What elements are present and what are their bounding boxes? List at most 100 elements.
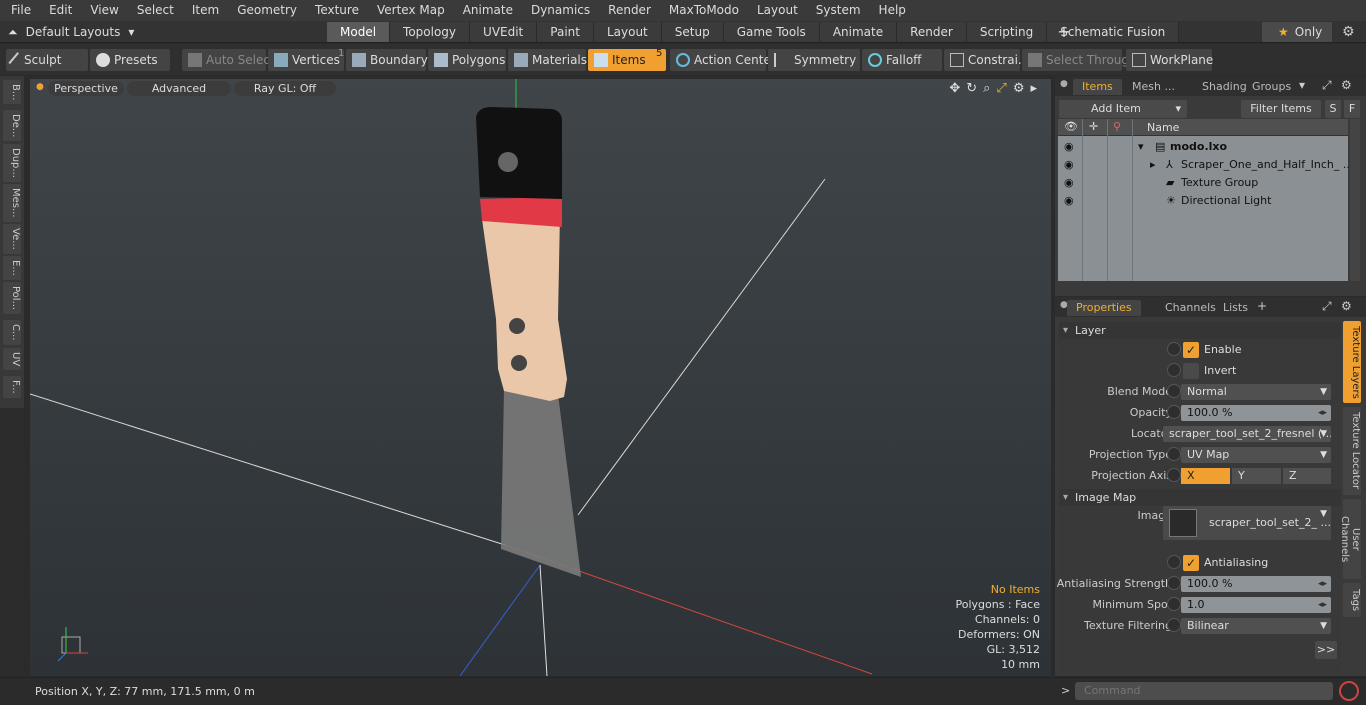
tab-animate[interactable]: Animate bbox=[819, 22, 898, 42]
tab-items[interactable]: Items bbox=[1073, 79, 1122, 95]
left-tab-curve[interactable]: C... bbox=[3, 320, 21, 345]
layer-section-header[interactable]: Layer bbox=[1059, 322, 1341, 339]
constraints-button[interactable]: Constrai... bbox=[944, 49, 1029, 71]
antialiasing-anim-dot[interactable] bbox=[1167, 555, 1181, 569]
locator-select[interactable]: scraper_tool_set_2_fresnel ( ... ▼ bbox=[1163, 426, 1331, 442]
image-select[interactable]: scraper_tool_set_2_ ... ▼ bbox=[1163, 506, 1331, 540]
tab-paint[interactable]: Paint bbox=[537, 22, 594, 42]
expand-arrow-icon[interactable]: ▸ bbox=[1150, 158, 1156, 171]
projection-type-anim-dot[interactable] bbox=[1167, 447, 1181, 461]
projection-axis-anim-dot[interactable] bbox=[1167, 468, 1181, 482]
view-perspective-button[interactable]: Perspective bbox=[48, 81, 124, 96]
panel-menu-dot-icon[interactable]: ● bbox=[1060, 79, 1068, 89]
gear-icon[interactable]: ⚙ bbox=[1342, 24, 1355, 40]
menu-help[interactable]: Help bbox=[868, 0, 913, 21]
menu-view[interactable]: View bbox=[79, 0, 125, 21]
tab-scripting[interactable]: Scripting bbox=[966, 22, 1048, 42]
falloff-button[interactable]: Falloff bbox=[862, 49, 942, 71]
auto-select-button[interactable]: Auto Select bbox=[182, 49, 275, 71]
aa-strength-anim-dot[interactable] bbox=[1167, 576, 1181, 590]
shading-advanced-button[interactable]: Advanced bbox=[127, 81, 231, 96]
tab-properties[interactable]: Properties bbox=[1067, 300, 1141, 316]
left-tab-polygon[interactable]: Pol... bbox=[3, 282, 21, 315]
left-tab-deform[interactable]: De... bbox=[3, 110, 21, 142]
texture-filtering-anim-dot[interactable] bbox=[1167, 618, 1181, 632]
panel-gear-icon[interactable]: ⚙ bbox=[1341, 78, 1352, 92]
tab-uvedit[interactable]: UVEdit bbox=[470, 22, 538, 42]
left-tab-mesh[interactable]: Mes... bbox=[3, 184, 21, 222]
eye-icon[interactable]: ◉ bbox=[1064, 158, 1074, 171]
aa-strength-field[interactable]: 100.0 % ◂▸ bbox=[1181, 576, 1331, 592]
boundary-button[interactable]: Boundary bbox=[346, 49, 428, 71]
select-through-button[interactable]: Select Through bbox=[1022, 49, 1137, 71]
viewport-menu-dot-icon[interactable]: ● bbox=[36, 82, 44, 92]
menu-layout[interactable]: Layout bbox=[746, 0, 805, 21]
list-item[interactable]: ◉ ☀ Directional Light bbox=[1058, 191, 1348, 209]
vertices-button[interactable]: Vertices bbox=[268, 49, 344, 71]
tab-layout[interactable]: Layout bbox=[593, 22, 662, 42]
menu-vertex-map[interactable]: Vertex Map bbox=[366, 0, 452, 21]
tab-texture-locator[interactable]: Texture Locator bbox=[1343, 407, 1361, 495]
layout-selector[interactable]: ⏶ Default Layouts ▾ bbox=[8, 23, 134, 41]
eye-icon[interactable]: ◉ bbox=[1064, 140, 1074, 153]
menu-select[interactable]: Select bbox=[126, 0, 181, 21]
move-view-icon[interactable]: ✥ bbox=[949, 81, 960, 96]
item-list-scrollbar[interactable] bbox=[1350, 119, 1360, 281]
invert-anim-dot[interactable] bbox=[1167, 363, 1181, 377]
3d-viewport[interactable]: ● Perspective Advanced Ray GL: Off ✥ ↻ ⌕… bbox=[30, 79, 1051, 676]
slider-handle-icon[interactable]: ◂▸ bbox=[1318, 597, 1327, 613]
axis-z-button[interactable]: Z bbox=[1283, 468, 1331, 484]
tab-tags[interactable]: Tags bbox=[1343, 583, 1361, 617]
list-item[interactable]: ◉ ▰ Texture Group bbox=[1058, 173, 1348, 191]
tabs-dropdown-icon[interactable]: ▾ bbox=[1299, 78, 1305, 92]
f-button[interactable]: F bbox=[1344, 100, 1360, 118]
panel-gear-icon[interactable]: ⚙ bbox=[1341, 299, 1352, 313]
eye-icon[interactable]: ◉ bbox=[1064, 176, 1074, 189]
invert-checkbox[interactable] bbox=[1183, 363, 1199, 379]
more-button[interactable]: >> bbox=[1315, 641, 1337, 659]
fit-view-icon[interactable]: ⤢ bbox=[996, 81, 1006, 96]
tab-lists[interactable]: Lists bbox=[1214, 300, 1257, 316]
menu-geometry[interactable]: Geometry bbox=[226, 0, 304, 21]
materials-button[interactable]: Materials bbox=[508, 49, 587, 71]
min-spot-field[interactable]: 1.0 ◂▸ bbox=[1181, 597, 1331, 613]
left-tab-fusion[interactable]: F... bbox=[3, 376, 21, 398]
add-tab-icon[interactable]: + bbox=[1257, 299, 1267, 313]
action-center-button[interactable]: Action Center bbox=[670, 49, 776, 71]
only-toggle[interactable]: ★ Only bbox=[1262, 22, 1332, 42]
presets-button[interactable]: Presets bbox=[90, 49, 170, 71]
left-tab-uv[interactable]: UV bbox=[3, 348, 21, 371]
list-item[interactable]: ◉ ▸ ⅄ Scraper_One_and_Half_Inch_ ... bbox=[1058, 155, 1353, 173]
antialiasing-checkbox[interactable]: ✓ bbox=[1183, 555, 1199, 571]
rotate-view-icon[interactable]: ↻ bbox=[966, 81, 977, 96]
menu-render[interactable]: Render bbox=[597, 0, 658, 21]
menu-texture[interactable]: Texture bbox=[304, 0, 366, 21]
left-tab-vertex[interactable]: Ve... bbox=[3, 224, 21, 254]
viewport-expand-icon[interactable]: ▸ bbox=[1030, 81, 1037, 96]
tab-topology[interactable]: Topology bbox=[390, 22, 471, 42]
tab-user-channels[interactable]: User Channels bbox=[1339, 499, 1361, 579]
min-spot-anim-dot[interactable] bbox=[1167, 597, 1181, 611]
tab-model[interactable]: Model bbox=[327, 22, 391, 42]
blend-mode-select[interactable]: Normal ▼ bbox=[1181, 384, 1331, 400]
blend-mode-anim-dot[interactable] bbox=[1167, 384, 1181, 398]
add-item-button[interactable]: Add Item ▾ bbox=[1059, 100, 1187, 118]
expand-arrow-icon[interactable]: ▾ bbox=[1138, 140, 1144, 153]
add-tab-button[interactable]: + bbox=[1056, 22, 1072, 42]
menu-item[interactable]: Item bbox=[181, 0, 226, 21]
tab-groups[interactable]: Groups bbox=[1243, 79, 1300, 95]
list-item[interactable]: ◉ ▾ ▤ modo.lxo bbox=[1058, 137, 1348, 155]
enable-anim-dot[interactable] bbox=[1167, 342, 1181, 356]
viewport-settings-icon[interactable]: ⚙ bbox=[1013, 81, 1025, 96]
left-tab-edge[interactable]: E... bbox=[3, 256, 21, 280]
zoom-view-icon[interactable]: ⌕ bbox=[983, 81, 990, 96]
raygl-button[interactable]: Ray GL: Off bbox=[234, 81, 336, 96]
menu-maxtomodo[interactable]: MaxToModo bbox=[658, 0, 746, 21]
eye-icon[interactable]: ◉ bbox=[1064, 194, 1074, 207]
tab-setup[interactable]: Setup bbox=[661, 22, 724, 42]
texture-filtering-select[interactable]: Bilinear ▼ bbox=[1181, 618, 1331, 634]
projection-type-select[interactable]: UV Map ▼ bbox=[1181, 447, 1331, 463]
workplane-button[interactable]: WorkPlane bbox=[1126, 49, 1213, 71]
enable-checkbox[interactable]: ✓ bbox=[1183, 342, 1199, 358]
axis-x-button[interactable]: X bbox=[1181, 468, 1230, 484]
